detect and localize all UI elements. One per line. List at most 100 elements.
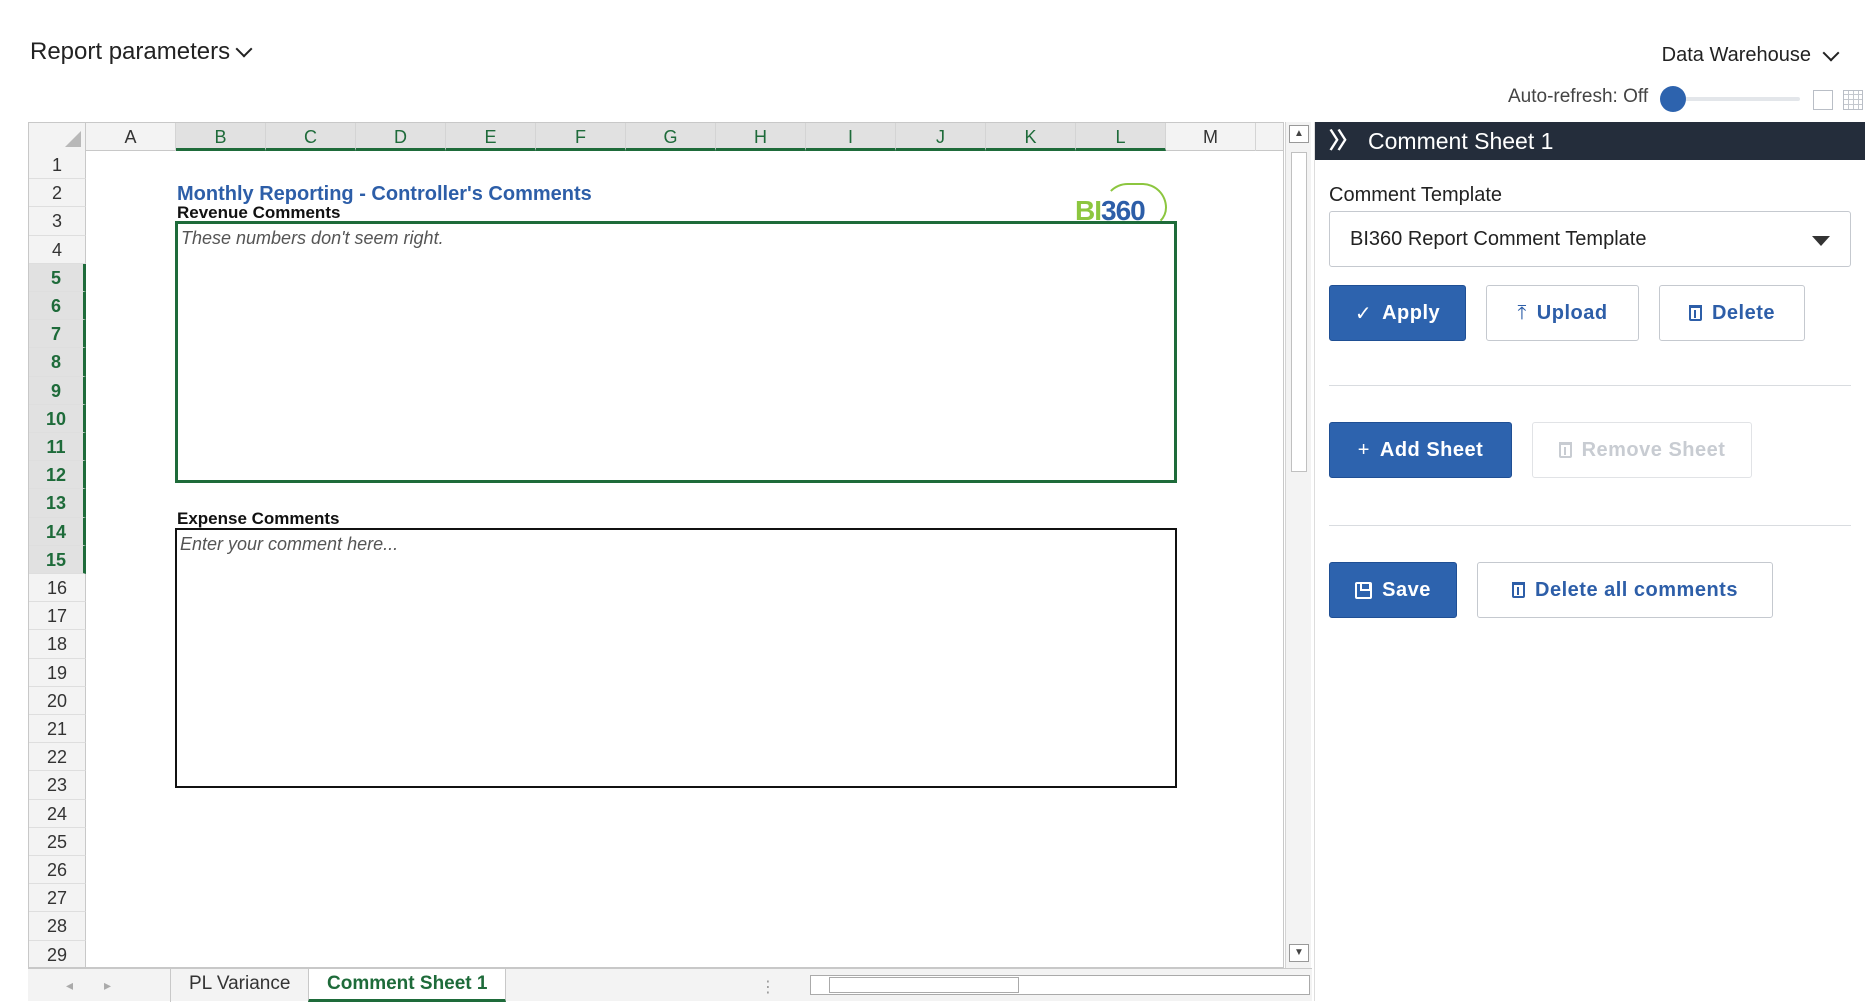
- column-header-b[interactable]: B: [176, 123, 266, 151]
- comment-template-value: BI360 Report Comment Template: [1350, 228, 1647, 250]
- horizontal-scroll-thumb[interactable]: [829, 977, 1019, 993]
- row-header-25[interactable]: 25: [29, 827, 86, 856]
- row-header-27[interactable]: 27: [29, 884, 86, 913]
- trash-icon: [1512, 582, 1526, 598]
- collapse-panel-icon[interactable]: 〉〉: [1329, 122, 1359, 160]
- row-header-28[interactable]: 28: [29, 912, 86, 941]
- remove-sheet-button[interactable]: Remove Sheet: [1532, 422, 1752, 478]
- comment-sheet-panel: 〉〉 Comment Sheet 1 Comment Template BI36…: [1314, 122, 1875, 1001]
- revenue-comments-label: Revenue Comments: [177, 203, 341, 222]
- chevron-down-icon: [235, 40, 253, 58]
- row-header-17[interactable]: 17: [29, 602, 86, 631]
- upload-icon: ⤒: [1517, 301, 1527, 324]
- tab-pl-variance[interactable]: PL Variance: [170, 969, 310, 1002]
- row-header-18[interactable]: 18: [29, 630, 86, 659]
- grid-icon[interactable]: [1843, 90, 1863, 110]
- expand-icon[interactable]: [1813, 90, 1833, 110]
- row-header-9[interactable]: 9: [29, 376, 86, 405]
- column-header-h[interactable]: H: [716, 123, 806, 151]
- column-header-e[interactable]: E: [446, 123, 536, 151]
- column-header-c[interactable]: C: [266, 123, 356, 151]
- add-sheet-button[interactable]: + Add Sheet: [1329, 422, 1512, 478]
- row-header-12[interactable]: 12: [29, 461, 86, 490]
- row-header-6[interactable]: 6: [29, 292, 86, 321]
- row-header-11[interactable]: 11: [29, 433, 86, 462]
- column-header-a[interactable]: A: [86, 123, 176, 151]
- delete-all-label: Delete all comments: [1535, 578, 1738, 601]
- panel-header: 〉〉 Comment Sheet 1: [1315, 122, 1865, 160]
- expense-comment-placeholder: Enter your comment here...: [180, 534, 399, 554]
- column-header-k[interactable]: K: [986, 123, 1076, 151]
- trash-icon: [1558, 442, 1572, 458]
- horizontal-scrollbar[interactable]: [810, 975, 1310, 995]
- column-header-l[interactable]: L: [1076, 123, 1166, 151]
- vertical-scroll-thumb[interactable]: [1291, 152, 1307, 472]
- select-all-corner[interactable]: [29, 123, 86, 151]
- auto-refresh-label: Auto-refresh: Off: [1508, 86, 1649, 107]
- row-header-29[interactable]: 29: [29, 940, 86, 967]
- report-parameters-toggle[interactable]: Report parameters: [30, 38, 253, 66]
- column-header-f[interactable]: F: [536, 123, 626, 151]
- apply-button[interactable]: ✓ Apply: [1329, 285, 1466, 341]
- remove-sheet-label: Remove Sheet: [1581, 438, 1726, 461]
- tab-comment-sheet-1[interactable]: Comment Sheet 1: [308, 969, 507, 1002]
- row-header-26[interactable]: 26: [29, 856, 86, 885]
- row-header-16[interactable]: 16: [29, 574, 86, 603]
- vertical-scrollbar[interactable]: ▲ ▼: [1285, 122, 1311, 968]
- row-header-1[interactable]: 1: [29, 151, 86, 180]
- sheet-tab-bar: ◂ ▸ PL Variance Comment Sheet 1 ⋮: [28, 968, 1312, 1002]
- row-header-22[interactable]: 22: [29, 743, 86, 772]
- scroll-up-icon[interactable]: ▲: [1289, 125, 1309, 143]
- row-header-5[interactable]: 5: [29, 263, 86, 292]
- delete-label: Delete: [1711, 301, 1776, 324]
- add-sheet-label: Add Sheet: [1379, 438, 1484, 461]
- spreadsheet-grid[interactable]: ABCDEFGHIJKLM 1 2 3 4 5 6 7 8 9 10 11 12 13 14 15 16 17 1…: [28, 122, 1284, 968]
- delete-button[interactable]: Delete: [1659, 285, 1805, 341]
- row-header-24[interactable]: 24: [29, 799, 86, 828]
- trash-icon: [1688, 305, 1702, 321]
- slider-knob[interactable]: [1660, 86, 1686, 112]
- delete-all-comments-button[interactable]: Delete all comments: [1477, 562, 1773, 618]
- row-header-14[interactable]: 14: [29, 517, 86, 546]
- row-header-10[interactable]: 10: [29, 404, 86, 433]
- chevron-down-icon: [1822, 44, 1840, 61]
- row-header-21[interactable]: 21: [29, 715, 86, 744]
- comment-template-label: Comment Template: [1329, 184, 1503, 206]
- comment-template-select[interactable]: BI360 Report Comment Template: [1329, 211, 1851, 267]
- row-header-23[interactable]: 23: [29, 771, 86, 800]
- data-source-dropdown[interactable]: Data Warehouse: [1661, 44, 1840, 67]
- apply-label: Apply: [1382, 301, 1441, 324]
- data-source-label: Data Warehouse: [1661, 44, 1811, 66]
- row-header-7[interactable]: 7: [29, 320, 86, 349]
- expense-comments-label: Expense Comments: [177, 509, 340, 528]
- row-header-13[interactable]: 13: [29, 489, 86, 518]
- column-header-row: ABCDEFGHIJKLM: [29, 123, 1283, 151]
- divider: [1329, 525, 1851, 526]
- revenue-comment-text: These numbers don't seem right.: [181, 228, 444, 248]
- row-header-2[interactable]: 2: [29, 179, 86, 208]
- tab-splitter-handle[interactable]: ⋮: [760, 977, 776, 997]
- divider: [1329, 385, 1851, 386]
- expense-comment-box[interactable]: Enter your comment here...: [175, 528, 1177, 788]
- save-icon: [1355, 581, 1373, 599]
- row-header-19[interactable]: 19: [29, 658, 86, 687]
- scroll-down-icon[interactable]: ▼: [1289, 944, 1309, 962]
- prev-sheet-icon[interactable]: ◂: [66, 977, 73, 994]
- upload-button[interactable]: ⤒ Upload: [1486, 285, 1639, 341]
- column-header-d[interactable]: D: [356, 123, 446, 151]
- row-header-4[interactable]: 4: [29, 235, 86, 264]
- save-button[interactable]: Save: [1329, 562, 1457, 618]
- row-header-20[interactable]: 20: [29, 686, 86, 715]
- column-header-i[interactable]: I: [806, 123, 896, 151]
- column-header-g[interactable]: G: [626, 123, 716, 151]
- row-header-3[interactable]: 3: [29, 207, 86, 236]
- column-header-m[interactable]: M: [1166, 123, 1256, 151]
- revenue-comment-box[interactable]: These numbers don't seem right.: [175, 221, 1177, 483]
- dropdown-caret-icon: [1812, 236, 1830, 246]
- plus-icon: +: [1357, 438, 1370, 461]
- column-header-j[interactable]: J: [896, 123, 986, 151]
- auto-refresh-slider[interactable]: [1660, 86, 1800, 112]
- row-header-8[interactable]: 8: [29, 348, 86, 377]
- next-sheet-icon[interactable]: ▸: [104, 977, 111, 994]
- row-header-15[interactable]: 15: [29, 545, 86, 574]
